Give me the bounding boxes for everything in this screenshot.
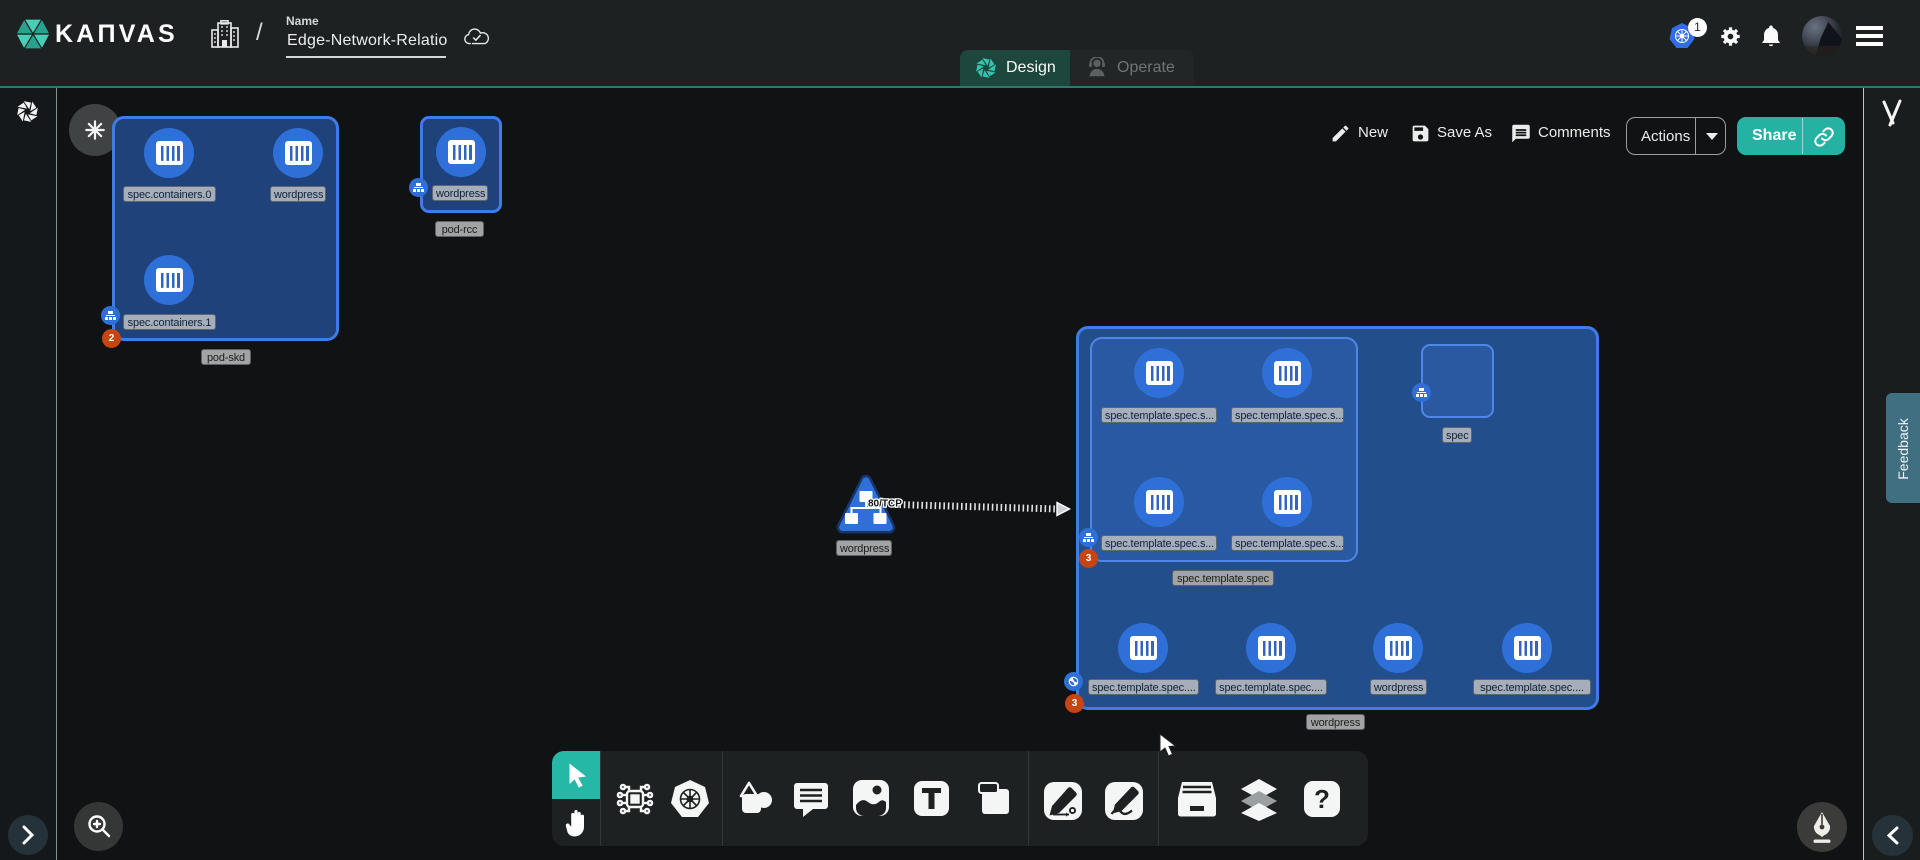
svg-text:?: ? <box>1314 784 1330 814</box>
svg-text:80/TCP: 80/TCP <box>868 499 902 510</box>
